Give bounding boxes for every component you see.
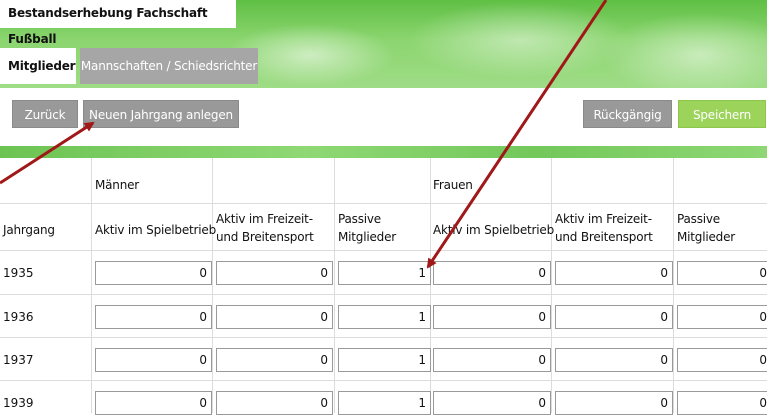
column-header-women-active-play: Aktiv im Spielbetrieb [433, 223, 555, 237]
men-passive-input[interactable]: 1 [338, 305, 431, 329]
tab-mannschaften-schiedsrichter[interactable]: Mannschaften / Schiedsrichter [80, 48, 258, 84]
tab-mitglieder[interactable]: Mitglieder [0, 48, 76, 84]
column-divider [91, 158, 92, 413]
table-row-year: 1937 [3, 353, 34, 367]
column-header-men-active-play: Aktiv im Spielbetrieb [95, 223, 217, 237]
back-button[interactable]: Zurück [12, 100, 78, 128]
table-row-year: 1939 [3, 396, 34, 410]
women-active-leisure-input[interactable]: 0 [555, 391, 673, 415]
column-header-year: Jahrgang [3, 223, 55, 237]
men-active-leisure-input[interactable]: 0 [216, 391, 333, 415]
divider-strip [0, 146, 767, 158]
column-header-men-passive: Passive Mitglieder [338, 210, 396, 246]
row-divider [0, 203, 767, 204]
column-header-line: und Breitensport [555, 230, 653, 244]
group-header-women: Frauen [433, 178, 473, 192]
column-header-line: Passive [338, 212, 381, 226]
women-active-leisure-input[interactable]: 0 [555, 261, 673, 285]
men-active-play-input[interactable]: 0 [95, 391, 212, 415]
page-title: Bestandserhebung Fachschaft Fußball [0, 0, 236, 46]
column-header-line: Mitglieder [338, 230, 396, 244]
members-table: Männer Frauen Jahrgang Aktiv im Spielbet… [0, 158, 767, 415]
women-active-play-input[interactable]: 0 [433, 261, 551, 285]
table-row-year: 1936 [3, 310, 34, 324]
row-divider [0, 380, 767, 381]
men-active-play-input[interactable]: 0 [95, 305, 212, 329]
women-active-play-input[interactable]: 0 [433, 391, 551, 415]
men-active-leisure-input[interactable]: 0 [216, 348, 333, 372]
women-passive-input[interactable]: 0 [677, 348, 767, 372]
women-passive-input[interactable]: 0 [677, 305, 767, 329]
men-passive-input[interactable]: 1 [338, 261, 431, 285]
women-active-leisure-input[interactable]: 0 [555, 305, 673, 329]
men-active-play-input[interactable]: 0 [95, 348, 212, 372]
column-header-line: und Breitensport [216, 230, 314, 244]
column-header-line: Passive [677, 212, 720, 226]
women-active-play-input[interactable]: 0 [433, 348, 551, 372]
column-divider [430, 158, 431, 413]
women-passive-input[interactable]: 0 [677, 261, 767, 285]
column-divider [334, 158, 335, 413]
column-header-women-passive: Passive Mitglieder [677, 210, 735, 246]
table-row-year: 1935 [3, 266, 34, 280]
row-divider [0, 337, 767, 338]
men-active-leisure-input[interactable]: 0 [216, 305, 333, 329]
column-divider [673, 158, 674, 413]
women-passive-input[interactable]: 0 [677, 391, 767, 415]
new-year-button[interactable]: Neuen Jahrgang anlegen [83, 100, 239, 128]
women-active-play-input[interactable]: 0 [433, 305, 551, 329]
toolbar: Zurück Neuen Jahrgang anlegen Rückgängig… [0, 88, 767, 146]
column-header-line: Mitglieder [677, 230, 735, 244]
column-header-men-active-leisure: Aktiv im Freizeit- und Breitensport [216, 210, 314, 246]
column-header-line: Aktiv im Freizeit- [555, 212, 652, 226]
column-header-line: Aktiv im Freizeit- [216, 212, 313, 226]
column-divider [212, 158, 213, 413]
group-header-men: Männer [95, 178, 140, 192]
column-header-women-active-leisure: Aktiv im Freizeit- und Breitensport [555, 210, 653, 246]
men-passive-input[interactable]: 1 [338, 348, 431, 372]
men-active-play-input[interactable]: 0 [95, 261, 212, 285]
men-active-leisure-input[interactable]: 0 [216, 261, 333, 285]
row-divider [0, 250, 767, 251]
women-active-leisure-input[interactable]: 0 [555, 348, 673, 372]
column-divider [551, 158, 552, 413]
men-passive-input[interactable]: 1 [338, 391, 431, 415]
undo-button[interactable]: Rückgängig [583, 100, 672, 128]
row-divider [0, 294, 767, 295]
save-button[interactable]: Speichern [678, 100, 766, 128]
